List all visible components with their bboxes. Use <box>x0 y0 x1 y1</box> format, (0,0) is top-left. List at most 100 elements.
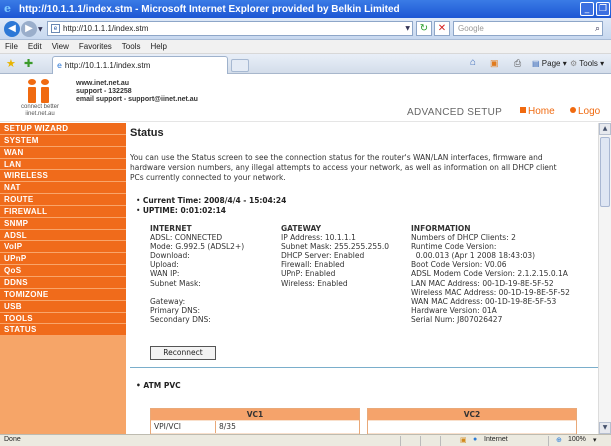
sidebar-item-status[interactable]: STATUS <box>0 324 126 337</box>
page-menu-label: Page <box>541 59 561 68</box>
zoom-level[interactable]: 100% <box>568 436 586 443</box>
sidebar-item-voip[interactable]: VoIP <box>0 241 126 254</box>
info-wan-mac: WAN MAC Address: 00-1D-19-8E-5F-53 <box>411 296 557 306</box>
refresh-icon[interactable]: ↻ <box>416 21 432 36</box>
gateway-wireless: Wireless: Enabled <box>281 278 348 288</box>
intro-line-1: You can use the Status screen to see the… <box>130 153 543 162</box>
stop-icon[interactable]: ✕ <box>434 21 450 36</box>
status-separator <box>420 436 421 446</box>
summary-bullets: • Current Time: 2008/4/4 - 15:04:24 • UP… <box>136 196 287 215</box>
sidebar-item-tomizone[interactable]: TOMIZONE <box>0 288 126 301</box>
sidebar-item-route[interactable]: ROUTE <box>0 194 126 206</box>
sidebar-item-wireless[interactable]: WIRELESS <box>0 170 126 183</box>
tab-label: http://10.1.1.1/index.stm <box>64 61 151 70</box>
menu-file[interactable]: File <box>5 42 18 51</box>
info-hardware-version: Hardware Version: 01A <box>411 305 497 315</box>
sidebar-item-setup-wizard[interactable]: SETUP WIZARD <box>0 123 126 135</box>
brand-tagline: connect better iinet.net.au <box>14 104 66 118</box>
intro-line-2: hardware version numbers, any illegal at… <box>130 163 557 172</box>
internet-wan-ip: WAN IP: <box>150 269 180 279</box>
sidebar-item-upnp[interactable]: UPnP <box>0 253 126 266</box>
tools-menu[interactable]: ⚙ Tools ▾ <box>570 59 604 68</box>
support-contact: www.inet.net.au support - 132258 email s… <box>76 80 198 104</box>
sidebar-item-usb[interactable]: USB <box>0 300 126 313</box>
vc1-cell-divider <box>215 421 216 433</box>
advanced-setup-label: ADVANCED SETUP <box>407 107 503 118</box>
back-arrow-icon[interactable]: ◀ <box>4 21 20 37</box>
new-tab-button[interactable] <box>231 59 249 72</box>
forward-arrow-icon[interactable]: ▶ <box>21 21 37 37</box>
internet-adsl: ADSL: CONNECTED <box>150 233 223 243</box>
home-link-label: Home <box>528 106 555 117</box>
security-lock-icon: ▣ <box>460 437 467 444</box>
router-header: connect better iinet.net.au www.inet.net… <box>0 75 611 122</box>
menu-edit[interactable]: Edit <box>28 42 42 51</box>
internet-primary-dns: Primary DNS: <box>150 305 201 315</box>
feeds-icon[interactable]: ▣ <box>490 58 499 69</box>
sidebar-item-qos[interactable]: QoS <box>0 265 126 277</box>
internet-header: INTERNET <box>150 224 192 233</box>
sidebar-item-adsl[interactable]: ADSL <box>0 229 126 242</box>
home-icon[interactable]: ⌂ <box>470 57 476 68</box>
brand-tagline-2: iinet.net.au <box>25 111 55 117</box>
print-icon[interactable]: ⎙ <box>514 58 521 69</box>
recent-pages-dropdown-icon[interactable]: ▼ <box>38 26 43 33</box>
page-menu[interactable]: ▤ Page ▾ <box>532 59 567 68</box>
internet-upload: Upload: <box>150 260 179 270</box>
status-separator <box>548 436 549 446</box>
internet-download: Download: <box>150 251 190 261</box>
scroll-up-icon[interactable]: ▲ <box>599 123 611 135</box>
tab-bar: ★ ✚ e http://10.1.1.1/index.stm ⌂ ▣ ⎙ ▤ … <box>0 54 611 74</box>
address-dropdown-icon[interactable]: ▼ <box>405 22 410 35</box>
vc2-row <box>368 421 576 433</box>
scroll-down-icon[interactable]: ▼ <box>599 422 611 434</box>
vc1-row-vpi-vci: VPI/VCI 8/35 <box>151 421 359 433</box>
search-icon[interactable]: ⌕ <box>595 22 600 35</box>
menu-view[interactable]: View <box>52 42 69 51</box>
zoom-dropdown-icon[interactable]: ▾ <box>593 436 597 444</box>
info-adsl-modem-code: ADSL Modem Code Version: 2.1.2.15.0.1A <box>411 269 568 279</box>
information-column: INFORMATION Numbers of DHCP Clients: 2 R… <box>411 224 570 324</box>
menu-tools[interactable]: Tools <box>122 42 141 51</box>
internet-mode: Mode: G.992.5 (ADSL2+) <box>150 242 245 252</box>
menu-help[interactable]: Help <box>150 42 166 51</box>
address-toolbar: ◀ ▶ ▼ e http://10.1.1.1/index.stm ▼ ↻ ✕ … <box>0 18 611 40</box>
section-divider <box>130 367 610 368</box>
sidebar-item-lan[interactable]: LAN <box>0 158 126 171</box>
sidebar-item-system[interactable]: SYSTEM <box>0 134 126 147</box>
address-input[interactable]: e http://10.1.1.1/index.stm ▼ <box>47 21 413 36</box>
add-favorite-icon[interactable]: ✚ <box>24 58 33 69</box>
internet-spacer <box>150 288 244 297</box>
page-title: Status <box>130 127 164 139</box>
window-title: http://10.1.1.1/index.stm - Microsoft In… <box>19 3 400 15</box>
logout-link-label: Logo <box>578 106 601 117</box>
minimize-button[interactable]: _ <box>580 2 594 16</box>
logout-link[interactable]: Logo <box>570 106 600 117</box>
main-content: Status You can use the Status screen to … <box>130 123 610 435</box>
sidebar-item-firewall[interactable]: FIREWALL <box>0 205 126 218</box>
tab-current[interactable]: e http://10.1.1.1/index.stm <box>52 56 228 74</box>
home-link[interactable]: Home <box>520 106 555 117</box>
home-square-icon <box>520 107 526 113</box>
vertical-scrollbar[interactable]: ▲ ▼ <box>598 123 611 434</box>
status-bar: Done ▣ ● Internet ⊕ 100% ▾ <box>0 434 611 446</box>
contact-phone: support - 132258 <box>76 88 132 95</box>
favorites-star-icon[interactable]: ★ <box>6 58 16 69</box>
menu-favorites[interactable]: Favorites <box>79 42 112 51</box>
zoom-icon[interactable]: ⊕ <box>556 436 562 444</box>
vc2-header: VC2 <box>368 409 576 420</box>
address-url-text: http://10.1.1.1/index.stm <box>63 24 149 33</box>
reconnect-button[interactable]: Reconnect <box>150 346 216 360</box>
sidebar-item-ddns[interactable]: DDNS <box>0 276 126 289</box>
search-input[interactable]: Google ⌕ <box>453 21 603 36</box>
sidebar-item-wan[interactable]: WAN <box>0 146 126 159</box>
sidebar-item-tools[interactable]: TOOLS <box>0 312 126 325</box>
restore-button[interactable]: ❐ <box>596 2 610 16</box>
gateway-header: GATEWAY <box>281 224 322 233</box>
search-placeholder: Google <box>458 24 484 33</box>
vc1-vpi-label: VPI/VCI <box>154 422 181 431</box>
sidebar-item-snmp[interactable]: SNMP <box>0 217 126 230</box>
internet-gateway: Gateway: <box>150 296 186 306</box>
sidebar-item-nat[interactable]: NAT <box>0 182 126 195</box>
scroll-thumb[interactable] <box>600 137 610 207</box>
